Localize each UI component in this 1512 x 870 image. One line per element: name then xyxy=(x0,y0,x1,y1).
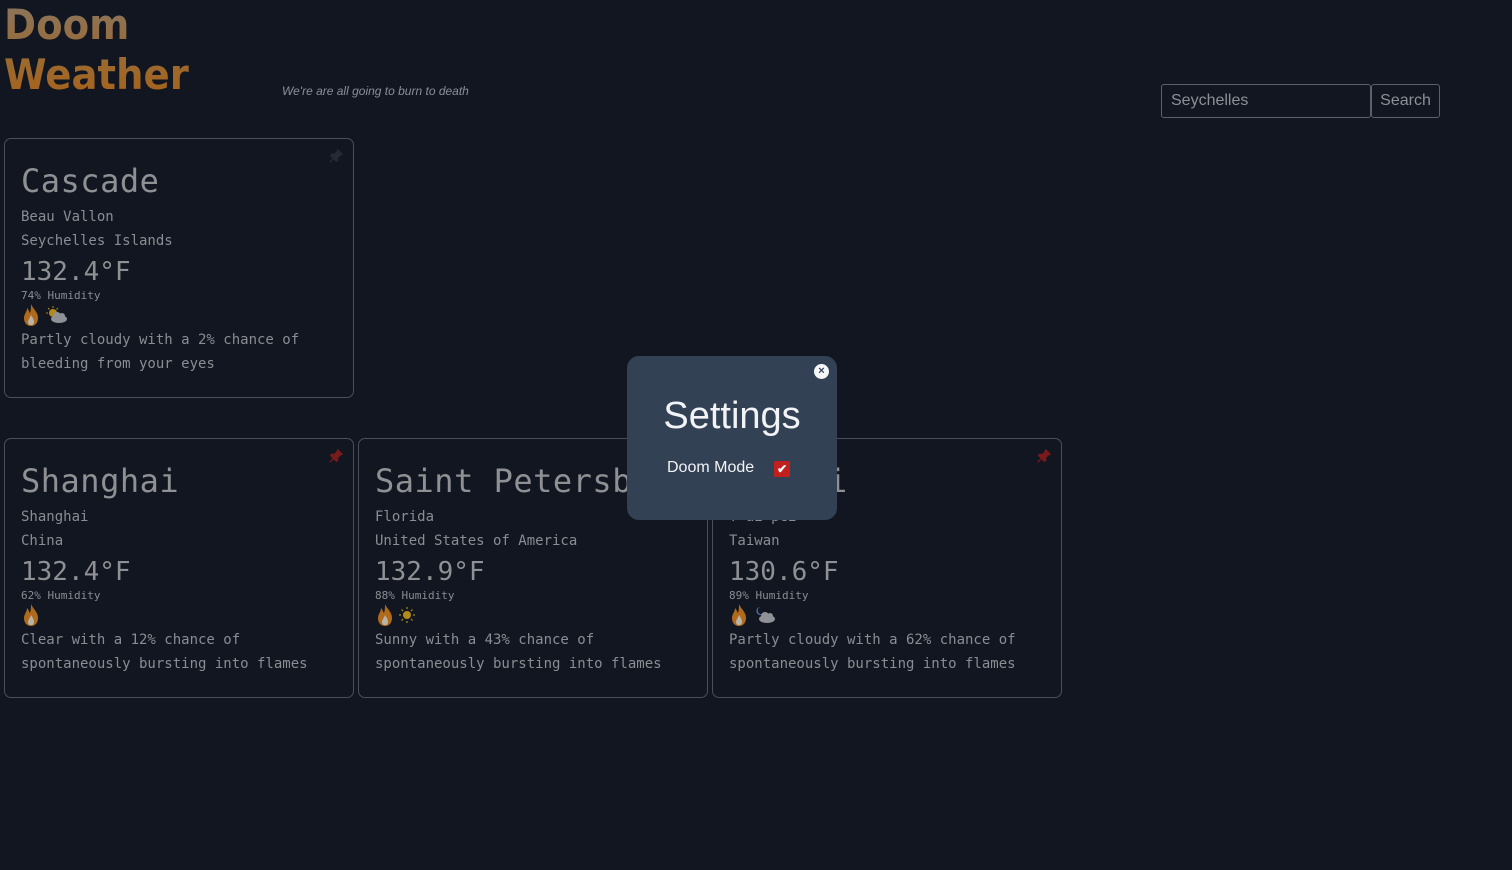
card-country: Taiwan xyxy=(729,533,780,549)
card-country: China xyxy=(21,533,64,549)
fire-icon xyxy=(732,604,746,626)
card-country: United States of America xyxy=(375,533,578,549)
app-title: Doom Weather xyxy=(4,0,262,100)
search-bar: Search xyxy=(1161,84,1440,118)
doom-mode-checkbox[interactable]: ✔ xyxy=(774,461,791,477)
fire-icon xyxy=(24,604,38,626)
card-country: Seychelles Islands xyxy=(21,233,173,249)
partly-cloudy-night-icon xyxy=(756,607,775,623)
card-temperature: 132.4°F xyxy=(21,557,131,587)
card-region: Beau Vallon xyxy=(21,209,114,225)
app-tagline: We're are all going to burn to death xyxy=(282,84,469,98)
clear-night-icon xyxy=(50,611,54,619)
card-humidity: 74% Humidity xyxy=(21,289,101,302)
card-humidity: 89% Humidity xyxy=(729,589,809,602)
weather-card: Cascade Beau Vallon Seychelles Islands 1… xyxy=(4,138,354,398)
card-description: Partly cloudy with a 2% chance of bleedi… xyxy=(21,332,300,372)
card-city: Shanghai xyxy=(21,462,180,500)
card-humidity: 62% Humidity xyxy=(21,589,101,602)
partly-cloudy-day-icon xyxy=(46,306,67,323)
fire-icon xyxy=(378,604,392,626)
card-description: Partly cloudy with a 62% chance of spont… xyxy=(729,632,1016,672)
card-description: Sunny with a 43% chance of spontaneously… xyxy=(375,632,662,672)
card-temperature: 132.4°F xyxy=(21,257,131,287)
close-icon[interactable]: × xyxy=(814,364,829,379)
search-input[interactable] xyxy=(1161,84,1371,118)
app-header: Doom Weather We're are all going to burn… xyxy=(4,0,469,100)
card-humidity: 88% Humidity xyxy=(375,589,455,602)
sunny-icon xyxy=(399,607,415,623)
card-temperature: 132.9°F xyxy=(375,557,485,587)
card-description: Clear with a 12% chance of spontaneously… xyxy=(21,632,308,672)
pin-icon[interactable] xyxy=(329,449,343,463)
weather-card: Shanghai Shanghai China 132.4°F 62% Humi… xyxy=(4,438,354,698)
fire-icon xyxy=(24,304,38,326)
doom-mode-label: Doom Mode xyxy=(667,459,755,476)
search-button[interactable]: Search xyxy=(1371,84,1440,118)
card-city: Cascade xyxy=(21,162,160,200)
settings-modal: × Settings Doom Mode ✔ xyxy=(627,356,837,520)
doom-mode-row: Doom Mode ✔ xyxy=(667,459,791,477)
pin-icon[interactable] xyxy=(329,149,343,163)
card-temperature: 130.6°F xyxy=(729,557,839,587)
pin-icon[interactable] xyxy=(1037,449,1051,463)
card-region: Shanghai xyxy=(21,509,89,525)
modal-title: Settings xyxy=(663,395,801,437)
